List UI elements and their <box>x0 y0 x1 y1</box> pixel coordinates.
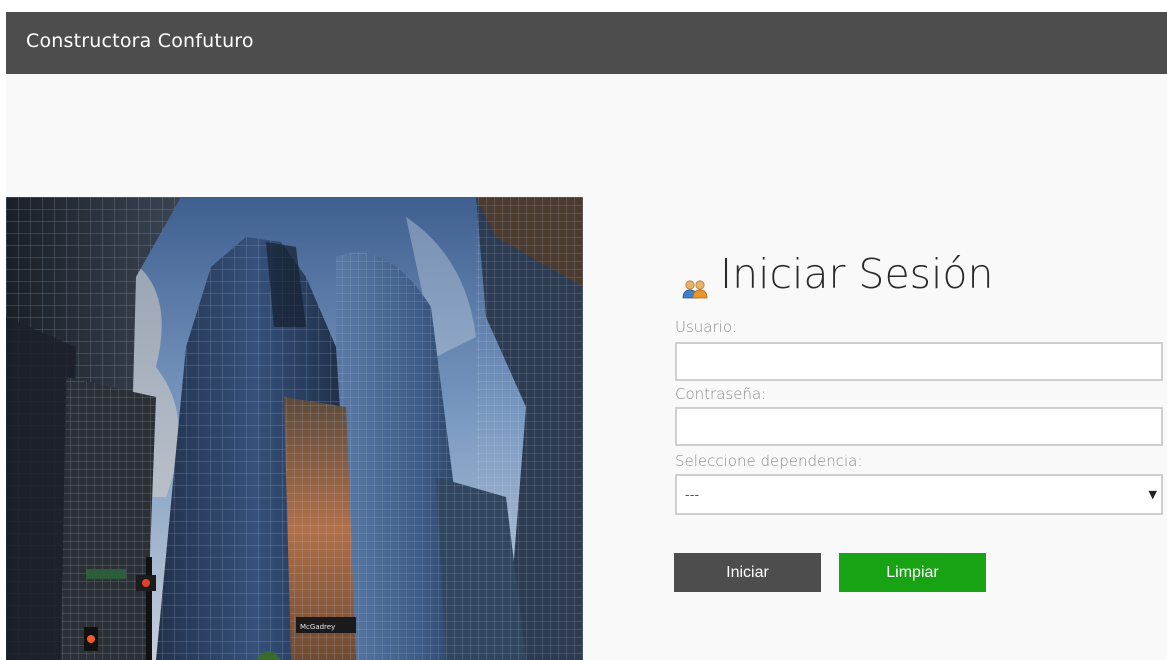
skyscrapers-illustration: McGadrey <box>6 197 583 660</box>
app-title: Constructora Confuturo <box>26 30 254 52</box>
hero-image: McGadrey <box>6 197 583 660</box>
dependency-label: Seleccione dependencia: <box>675 452 863 470</box>
username-input[interactable] <box>675 342 1163 381</box>
login-submit-button[interactable]: Iniciar <box>674 553 821 592</box>
app-header: Constructora Confuturo <box>6 12 1167 74</box>
page: Constructora Confuturo McGadrey Iniciar … <box>6 12 1167 660</box>
dependency-selected-value: --- <box>685 488 700 503</box>
login-title: Iniciar Sesión <box>682 250 994 298</box>
login-title-text: Iniciar Sesión <box>720 250 994 298</box>
building-sign-text: McGadrey <box>300 623 335 631</box>
clear-form-button[interactable]: Limpiar <box>839 553 986 592</box>
chevron-down-icon: ▼ <box>1148 488 1157 501</box>
username-label: Usuario: <box>675 318 738 336</box>
password-input[interactable] <box>675 407 1163 446</box>
users-icon <box>682 265 708 298</box>
dependency-select[interactable]: --- ▼ <box>675 474 1163 515</box>
password-label: Contraseña: <box>675 385 767 403</box>
